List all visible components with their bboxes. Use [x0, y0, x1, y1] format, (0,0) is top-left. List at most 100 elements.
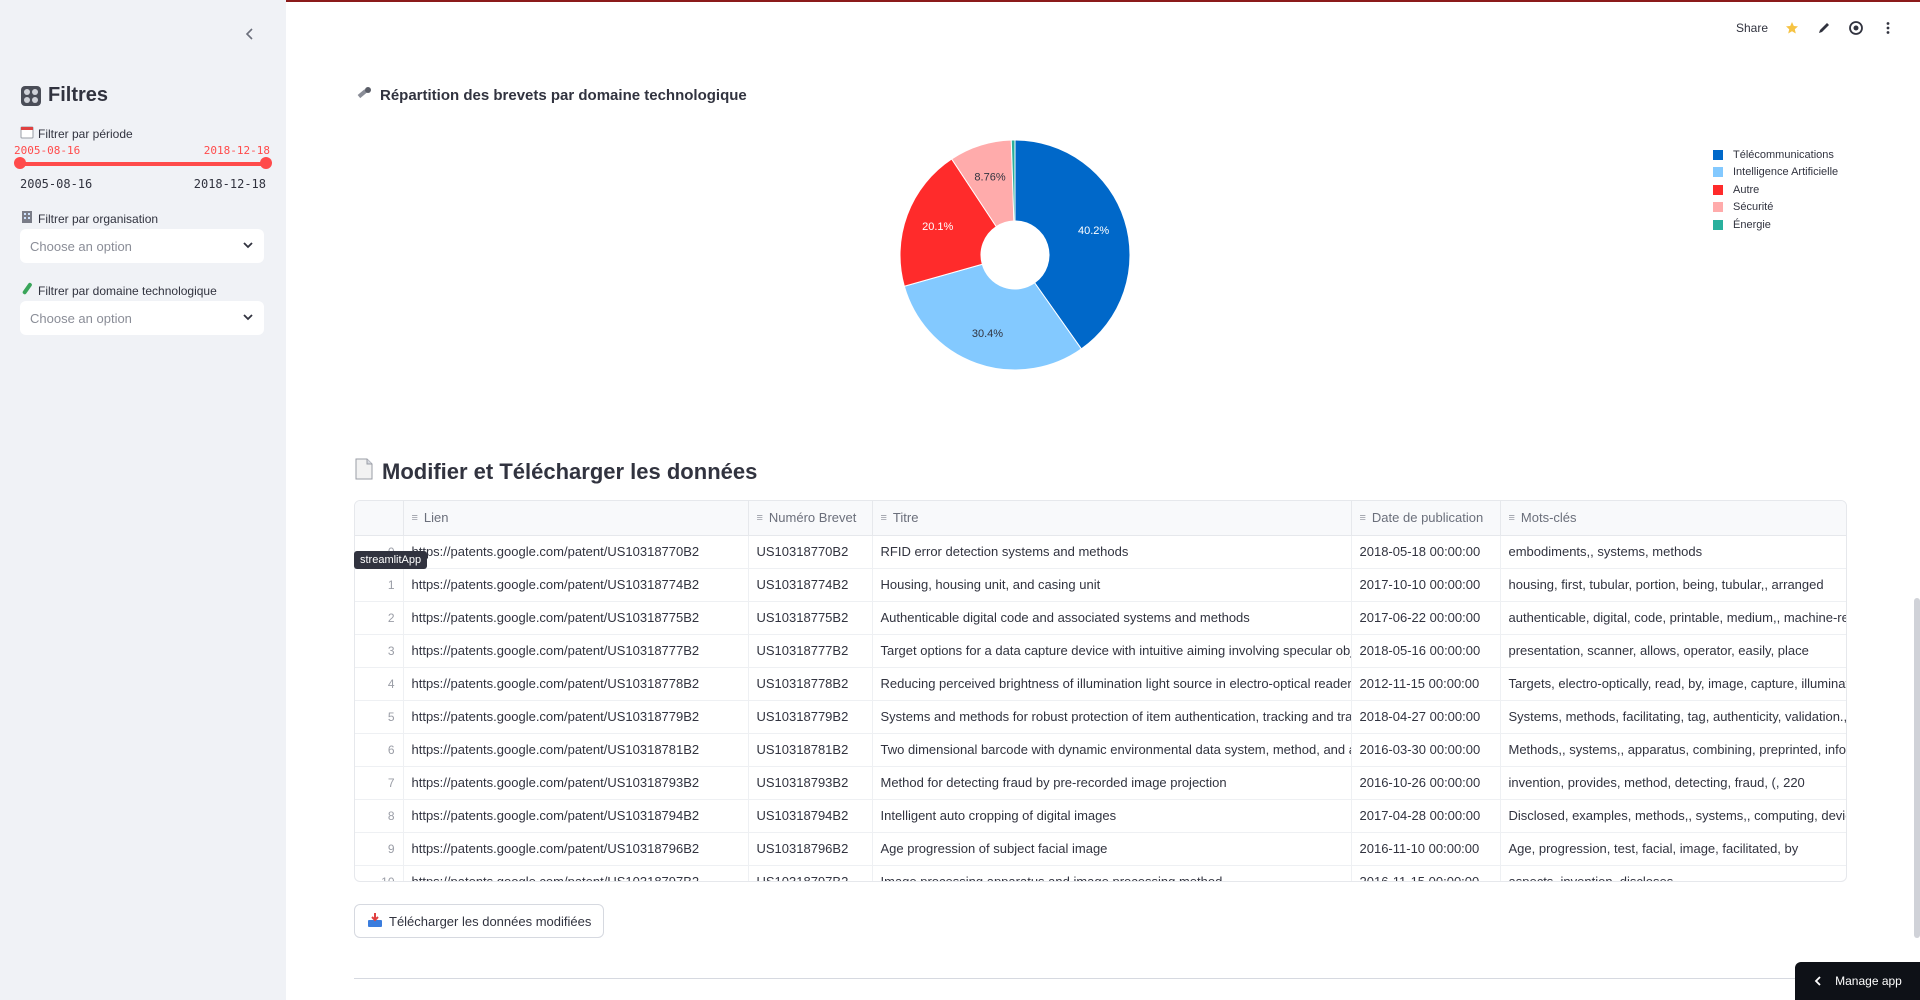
column-header-mots[interactable]: ≡ Mots-clés — [1500, 501, 1846, 536]
cell-mots[interactable]: invention, provides, method, detecting, … — [1500, 766, 1846, 800]
legend-swatch — [1713, 167, 1723, 178]
cell-numero[interactable]: US10318797B2 — [748, 865, 873, 881]
cell-titre[interactable]: Target options for a data capture device… — [872, 634, 1352, 668]
slider-end-handle[interactable] — [260, 157, 272, 169]
chevron-down-icon — [243, 314, 253, 321]
star-icon[interactable] — [1784, 20, 1800, 36]
cell-date[interactable]: 2017-10-10 00:00:00 — [1351, 568, 1501, 602]
cell-titre[interactable]: Authenticable digital code and associate… — [872, 601, 1352, 635]
collapse-sidebar-button[interactable] — [240, 24, 260, 44]
row-index-cell: 9 — [355, 832, 404, 866]
pie-chart: 40.2%30.4%20.1%8.76%0.515% — [880, 113, 1140, 390]
cell-mots[interactable]: aspects, invention, discloses — [1500, 865, 1846, 881]
legend-item[interactable]: Autre — [1713, 181, 1838, 199]
cell-titre[interactable]: Systems and methods for robust protectio… — [872, 700, 1352, 734]
cell-date[interactable]: 2017-04-28 00:00:00 — [1351, 799, 1501, 833]
cell-titre[interactable]: Housing, housing unit, and casing unit — [872, 568, 1352, 602]
cell-date[interactable]: 2012-11-15 00:00:00 — [1351, 667, 1501, 701]
cell-numero[interactable]: US10318770B2 — [748, 535, 873, 569]
cell-mots[interactable]: Systems, methods, facilitating, tag, aut… — [1500, 700, 1846, 734]
cell-mots[interactable]: Disclosed, examples, methods,, systems,,… — [1500, 799, 1846, 833]
legend-item[interactable]: Télécommunications — [1713, 146, 1838, 164]
cell-date[interactable]: 2016-11-15 00:00:00 — [1351, 865, 1501, 881]
cell-lien[interactable]: https://patents.google.com/patent/US1031… — [403, 568, 749, 602]
page-scrollbar[interactable] — [1914, 598, 1920, 938]
table-row[interactable]: 10 https://patents.google.com/patent/US10… — [355, 865, 1846, 881]
column-header-label: Numéro Brevet — [768, 510, 857, 526]
share-button[interactable]: Share — [1736, 21, 1768, 35]
table-row[interactable]: 9 https://patents.google.com/patent/US103… — [355, 832, 1846, 866]
cell-date[interactable]: 2016-10-26 00:00:00 — [1351, 766, 1501, 800]
cell-titre[interactable]: Two dimensional barcode with dynamic env… — [872, 733, 1352, 767]
more-menu-icon[interactable] — [1880, 20, 1896, 36]
column-header-date[interactable]: ≡ Date de publication — [1351, 501, 1501, 536]
cell-numero[interactable]: US10318796B2 — [748, 832, 873, 866]
cell-lien[interactable]: https://patents.google.com/patent/US1031… — [403, 766, 749, 800]
cell-lien[interactable]: https://patents.google.com/patent/US1031… — [403, 634, 749, 668]
cell-lien[interactable]: https://patents.google.com/patent/US1031… — [403, 799, 749, 833]
cell-numero[interactable]: US10318793B2 — [748, 766, 873, 800]
cell-titre[interactable]: Intelligent auto cropping of digital ima… — [872, 799, 1352, 833]
cell-date[interactable]: 2018-04-27 00:00:00 — [1351, 700, 1501, 734]
cell-date[interactable]: 2017-06-22 00:00:00 — [1351, 601, 1501, 635]
cell-numero[interactable]: US10318777B2 — [748, 634, 873, 668]
edit-pencil-icon[interactable] — [1816, 20, 1832, 36]
column-header-titre[interactable]: ≡ Titre — [872, 501, 1352, 536]
legend-item[interactable]: Intelligence Artificielle — [1713, 164, 1838, 182]
org-select[interactable]: Choose an option — [20, 229, 264, 263]
domain-select-placeholder: Choose an option — [30, 310, 132, 326]
column-header-lien[interactable]: ≡ Lien — [403, 501, 749, 536]
github-icon[interactable] — [1848, 20, 1864, 36]
cell-date[interactable]: 2016-03-30 00:00:00 — [1351, 733, 1501, 767]
cell-date[interactable]: 2018-05-18 00:00:00 — [1351, 535, 1501, 569]
legend-item[interactable]: Sécurité — [1713, 199, 1838, 217]
cell-lien[interactable]: https://patents.google.com/patent/US1031… — [403, 832, 749, 866]
cell-mots[interactable]: authenticable, digital, code, printable,… — [1500, 601, 1846, 635]
cell-numero[interactable]: US10318781B2 — [748, 733, 873, 767]
table-row[interactable]: 3 https://patents.google.com/patent/US103… — [355, 634, 1846, 668]
cell-mots[interactable]: presentation, scanner, allows, operator,… — [1500, 634, 1846, 668]
cell-titre[interactable]: Image processing apparatus and image pro… — [872, 865, 1352, 881]
cell-lien[interactable]: https://patents.google.com/patent/US1031… — [403, 667, 749, 701]
pie-chart-svg: 40.2%30.4%20.1%8.76%0.515% — [899, 113, 1131, 371]
column-header-numero[interactable]: ≡ Numéro Brevet — [748, 501, 873, 536]
cell-titre[interactable]: Reducing perceived brightness of illumin… — [872, 667, 1352, 701]
date-range-slider[interactable] — [14, 157, 272, 169]
table-row[interactable]: 7 https://patents.google.com/patent/US103… — [355, 766, 1846, 800]
cell-date[interactable]: 2018-05-16 00:00:00 — [1351, 634, 1501, 668]
domain-select[interactable]: Choose an option — [20, 301, 264, 335]
cell-lien[interactable]: https://patents.google.com/patent/US1031… — [403, 535, 749, 569]
cell-mots[interactable]: housing, first, tubular, portion, being,… — [1500, 568, 1846, 602]
cell-mots[interactable]: Targets, electro-optically, read, by, im… — [1500, 667, 1846, 701]
cell-mots[interactable]: Age, progression, test, facial, image, f… — [1500, 832, 1846, 866]
cell-numero[interactable]: US10318794B2 — [748, 799, 873, 833]
cell-titre[interactable]: Age progression of subject facial image — [872, 832, 1352, 866]
cell-titre[interactable]: RFID error detection systems and methods — [872, 535, 1352, 569]
table-row[interactable]: 6 https://patents.google.com/patent/US103… — [355, 733, 1846, 767]
cell-numero[interactable]: US10318775B2 — [748, 601, 873, 635]
table-row[interactable]: 0https://patents.google.com/patent/US103… — [355, 535, 1846, 569]
download-button[interactable]: Télécharger les données modifiées — [354, 904, 605, 938]
table-row[interactable]: 4 https://patents.google.com/patent/US103… — [355, 667, 1846, 701]
cell-lien[interactable]: https://patents.google.com/patent/US1031… — [403, 733, 749, 767]
manage-app-button[interactable]: Manage app — [1795, 962, 1920, 1000]
cell-titre[interactable]: Method for detecting fraud by pre-record… — [872, 766, 1352, 800]
table-row[interactable]: 5 https://patents.google.com/patent/US103… — [355, 700, 1846, 734]
cell-lien[interactable]: https://patents.google.com/patent/US1031… — [403, 601, 749, 635]
table-row[interactable]: 2 https://patents.google.com/patent/US103… — [355, 601, 1846, 635]
cell-numero[interactable]: US10318779B2 — [748, 700, 873, 734]
section-title-text: Modifier et Télécharger les données — [382, 459, 758, 484]
data-editor[interactable]: ≡ Lien ≡ Numéro Brevet ≡ Titre ≡ Date de pub… — [354, 500, 1847, 882]
slider-start-handle[interactable] — [14, 157, 26, 169]
legend-item[interactable]: Énergie — [1713, 216, 1838, 234]
table-row[interactable]: 1 https://patents.google.com/patent/US103… — [355, 568, 1846, 602]
cell-mots[interactable]: embodiments,, systems, methods — [1500, 535, 1846, 569]
cell-numero[interactable]: US10318774B2 — [748, 568, 873, 602]
cell-mots[interactable]: Methods,, systems,, apparatus, combining… — [1500, 733, 1846, 767]
domain-filter-label: Filtrer par domaine technologique — [20, 282, 217, 299]
cell-lien[interactable]: https://patents.google.com/patent/US1031… — [403, 700, 749, 734]
cell-lien[interactable]: https://patents.google.com/patent/US1031… — [403, 865, 749, 881]
cell-date[interactable]: 2016-11-10 00:00:00 — [1351, 832, 1501, 866]
cell-numero[interactable]: US10318778B2 — [748, 667, 873, 701]
table-row[interactable]: 8 https://patents.google.com/patent/US103… — [355, 799, 1846, 833]
